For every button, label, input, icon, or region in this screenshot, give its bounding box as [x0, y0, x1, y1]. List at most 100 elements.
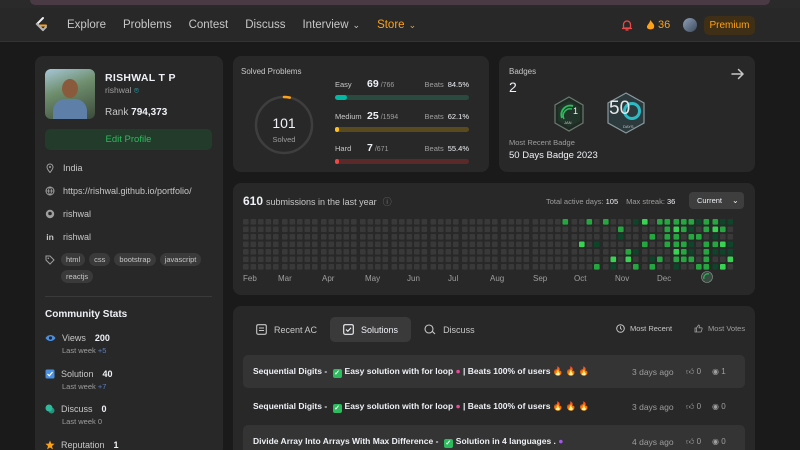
brain-icon: ●	[455, 400, 461, 411]
heatmap-cell	[696, 256, 702, 263]
year-select[interactable]: Current ⌄	[689, 192, 744, 209]
bell-icon[interactable]	[620, 18, 634, 32]
heatmap-cell	[391, 241, 398, 248]
heatmap-cell	[289, 234, 296, 240]
nav-explore[interactable]: Explore	[67, 19, 106, 31]
heatmap-cell	[664, 219, 671, 225]
views-count: 0	[721, 437, 726, 446]
jan-badge-icon[interactable]	[553, 96, 585, 132]
stat-discuss-label: Discuss	[61, 404, 93, 414]
heatmap-cell	[321, 241, 327, 248]
heatmap-cell	[681, 226, 687, 233]
solution-row[interactable]: Sequential Digits - ✓ Easy solution with …	[243, 390, 745, 423]
heatmap-cell	[540, 241, 546, 248]
arrow-right-icon[interactable]	[731, 67, 745, 81]
eye-icon: ◉	[712, 437, 719, 446]
thumb-up-icon: 👍︎	[686, 401, 695, 411]
heatmap-cell	[664, 241, 671, 248]
heatmap-cell	[282, 226, 288, 233]
heatmap-cell	[610, 249, 617, 255]
solution-likes[interactable]: 👍︎ 0	[686, 402, 701, 412]
solution-row[interactable]: Sequential Digits - ✓ Easy solution with …	[243, 355, 745, 388]
tab-recent-ac[interactable]: Recent AC	[243, 317, 330, 342]
avatar[interactable]	[683, 18, 697, 32]
edit-profile-button[interactable]: Edit Profile	[45, 129, 212, 150]
heatmap-cell	[360, 241, 366, 248]
heatmap-cell	[633, 226, 639, 233]
nav-store[interactable]: Store ⌄	[377, 19, 416, 31]
heatmap-cell	[360, 264, 366, 270]
website-row[interactable]: https://rishwal.github.io/portfolio/	[45, 186, 192, 196]
heatmap-cell	[343, 219, 350, 225]
profile-handle-text: rishwal	[105, 85, 132, 95]
heatmap-cell	[438, 219, 444, 225]
skill-tag[interactable]: javascript	[159, 253, 202, 266]
github-link[interactable]: rishwal	[63, 209, 91, 219]
heatmap-cell	[360, 226, 366, 233]
heatmap-cell	[297, 234, 303, 240]
streak-counter[interactable]: 36	[646, 19, 670, 31]
nav-problems[interactable]: Problems	[123, 19, 172, 31]
heatmap-cell	[571, 264, 578, 270]
skill-tag[interactable]: css	[89, 253, 111, 266]
skill-tag[interactable]: bootstrap	[114, 253, 156, 266]
solution-likes[interactable]: 👍︎ 0	[686, 367, 701, 377]
tab-discuss[interactable]: Discuss	[411, 317, 488, 342]
heatmap-cell	[243, 226, 249, 233]
list-icon	[256, 324, 267, 335]
sort-most-recent[interactable]: Most Recent	[616, 324, 672, 333]
github-small-icon: ⌾	[133, 85, 139, 95]
badge-marker-icon[interactable]	[701, 271, 713, 283]
heatmap-cell	[258, 234, 264, 240]
heatmap-cell	[712, 219, 719, 225]
info-icon[interactable]: ⓘ	[383, 195, 392, 208]
solution-summary: Solution in 4 languages .	[455, 435, 556, 446]
heatmap-grid	[243, 219, 734, 270]
globe-icon	[45, 186, 55, 196]
hard-total: /671	[374, 146, 389, 153]
difficulty-medium: Medium 25/1594 Beats 62.1%	[335, 110, 469, 132]
solution-row[interactable]: Divide Array Into Arrays With Max Differ…	[243, 425, 745, 450]
heatmap-cell	[382, 264, 389, 270]
nav-contest[interactable]: Contest	[189, 19, 229, 31]
heatmap-cell	[406, 249, 413, 255]
skill-tag[interactable]: html	[61, 253, 86, 266]
github-row[interactable]: rishwal	[45, 209, 91, 219]
heatmap-cell	[603, 249, 609, 255]
check-icon: ✓	[443, 438, 453, 448]
solution-likes[interactable]: 👍︎ 0	[686, 437, 701, 447]
heatmap-cell	[351, 256, 357, 263]
nav-interview[interactable]: Interview ⌄	[302, 19, 360, 31]
heatmap-cell	[391, 264, 398, 270]
stat-reputation-label: Reputation	[61, 440, 105, 450]
heatmap-cell	[625, 241, 632, 248]
heatmap-cell	[594, 241, 600, 248]
linkedin-row[interactable]: in rishwal	[45, 232, 91, 242]
nav-discuss[interactable]: Discuss	[245, 19, 285, 31]
heatmap-cell	[469, 234, 476, 240]
tab-solutions[interactable]: Solutions	[330, 317, 412, 342]
solution-views: ◉ 1	[712, 367, 726, 376]
sort-most-votes[interactable]: Most Votes	[694, 324, 745, 333]
heatmap-cell	[343, 256, 350, 263]
heatmap-cell	[610, 226, 617, 233]
heatmap-cell	[469, 241, 476, 248]
solution-title[interactable]: Sequential Digits - ✓ Easy solution with …	[253, 366, 589, 378]
premium-button[interactable]: Premium	[704, 16, 755, 35]
heatmap-cell	[399, 256, 405, 263]
heatmap-cell	[492, 219, 498, 225]
heatmap-cell	[477, 234, 483, 240]
stat-solution-value: 40	[102, 369, 113, 379]
skill-tag[interactable]: reactjs	[61, 270, 94, 283]
leetcode-logo-icon[interactable]	[33, 16, 49, 34]
easy-beats: 84.5%	[447, 80, 469, 89]
heatmap-cell	[462, 226, 468, 233]
website-link[interactable]: https://rishwal.github.io/portfolio/	[63, 186, 192, 196]
solution-title[interactable]: Divide Array Into Arrays With Max Differ…	[253, 436, 563, 448]
solution-title[interactable]: Sequential Digits - ✓ Easy solution with …	[253, 401, 589, 413]
heatmap-cell	[516, 226, 522, 233]
heatmap-cell	[586, 226, 593, 233]
nav-interview-label: Interview	[302, 19, 349, 31]
heatmap-cell	[445, 256, 452, 263]
linkedin-link[interactable]: rishwal	[63, 232, 91, 242]
